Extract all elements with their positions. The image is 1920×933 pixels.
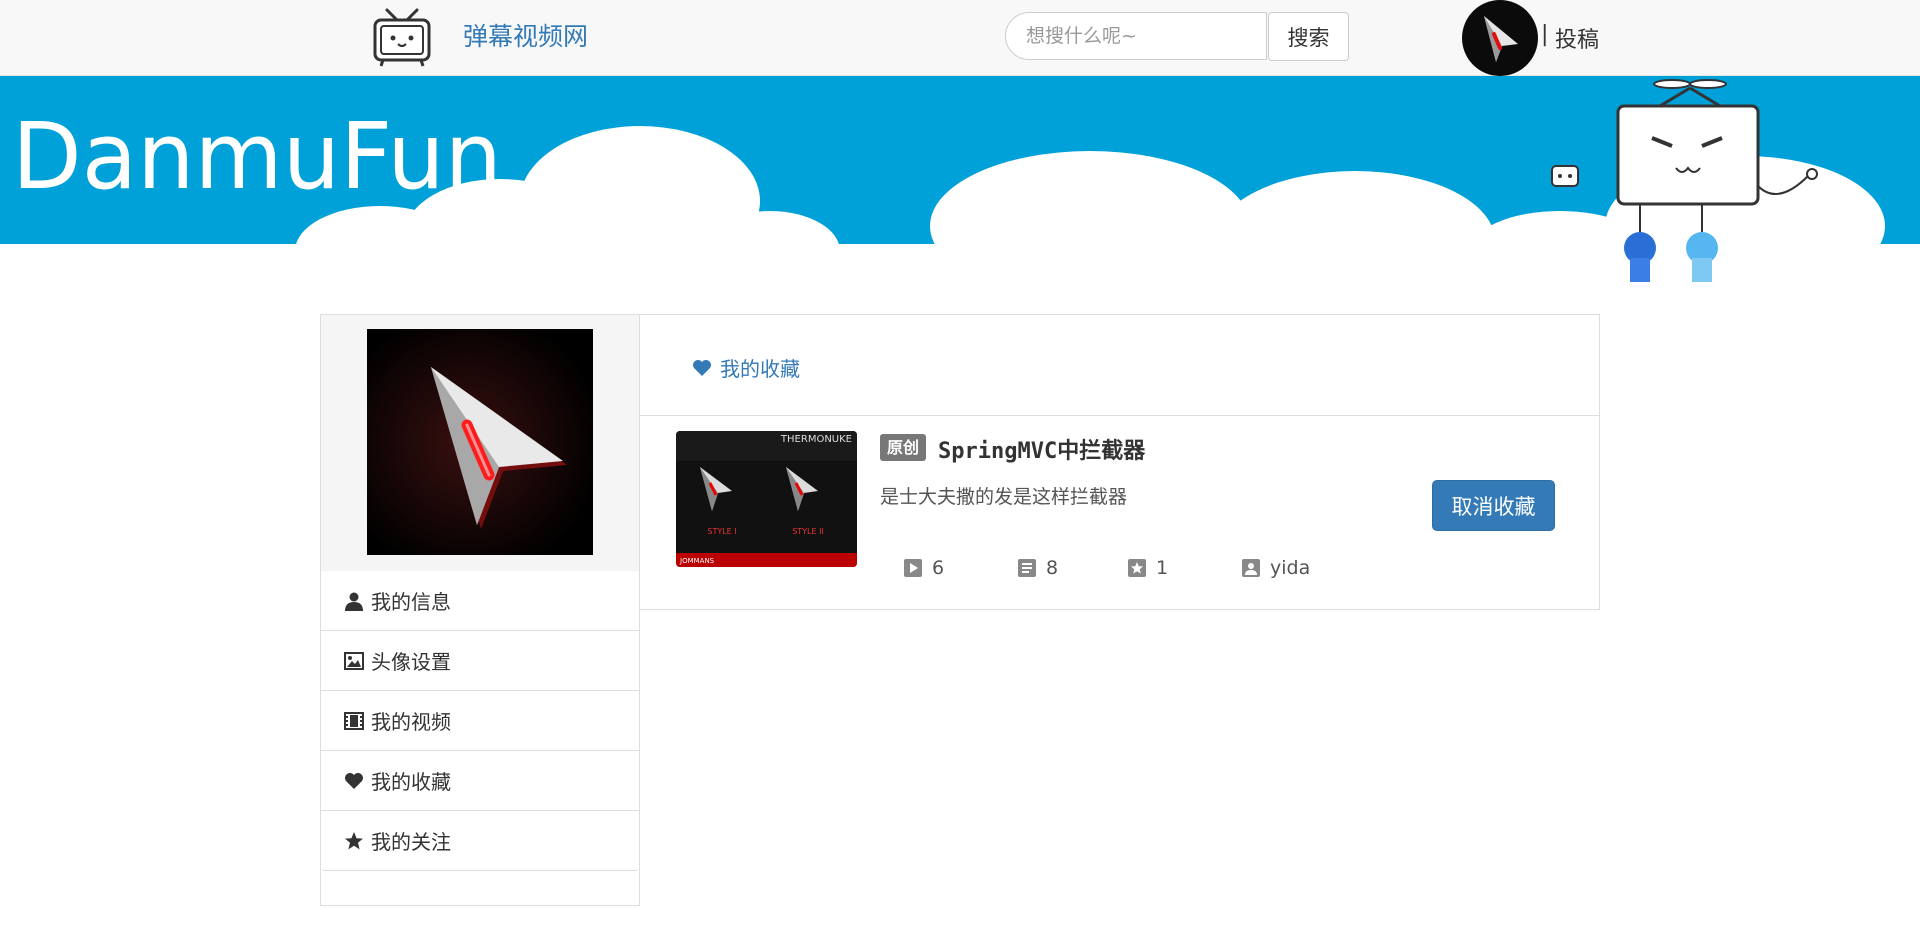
sidebar-item-my-info[interactable]: 我的信息 [321,571,639,631]
nav-separator: | [1541,22,1549,47]
tv-logo-icon[interactable] [371,8,433,68]
sidebar-item-avatar-settings[interactable]: 头像设置 [321,631,639,691]
picture-icon [343,650,365,672]
favorites-panel: 我的收藏 THERMONUKE STYLE I STYLE II JOMMANS… [640,314,1600,610]
film-icon [343,710,365,732]
video-title-link[interactable]: SpringMVC中拦截器 [938,433,1145,465]
user-avatar[interactable] [1462,0,1538,76]
site-brand-link[interactable]: 弹幕视频网 [463,22,588,52]
favorite-count: 1 [1128,557,1242,579]
submit-video-link[interactable]: 投稿 [1555,22,1599,54]
panel-header: 我的收藏 [640,315,1599,416]
sidebar-item-label: 我的视频 [371,710,451,734]
heart-icon [692,359,712,377]
sidebar-item-label: 我的收藏 [371,770,451,794]
comment-icon [1018,559,1036,577]
user-icon [1242,559,1260,577]
tab-my-favorites[interactable]: 我的收藏 [692,353,800,382]
profile-avatar-image [367,329,593,555]
avatar-box [321,315,639,572]
play-count: 6 [904,557,1018,579]
sidebar-item-my-follows[interactable]: 我的关注 [321,811,639,871]
banner-logo-text: DanmuFun [12,103,502,210]
tab-label: 我的收藏 [720,357,800,381]
sidebar-item-label: 我的信息 [371,590,451,614]
sidebar-item-my-favorites[interactable]: 我的收藏 [321,751,639,811]
sidebar-menu: 我的信息 头像设置 我的视频 我的收藏 我的关注 [321,571,639,871]
heart-icon [343,770,365,792]
original-badge: 原创 [880,434,927,461]
thumbnail-style-2: STYLE II [792,527,824,536]
cancel-favorite-button[interactable]: 取消收藏 [1432,480,1555,531]
site-banner: DanmuFun [0,76,1920,291]
star-icon [343,830,365,852]
user-icon [343,590,365,612]
video-stats: 6 8 1 yida [904,557,1310,579]
sidebar-item-label: 头像设置 [371,650,451,674]
profile-sidebar: 我的信息 头像设置 我的视频 我的收藏 我的关注 [320,314,640,906]
play-icon [904,559,922,577]
star-icon [1128,559,1146,577]
sidebar-item-my-videos[interactable]: 我的视频 [321,691,639,751]
favorite-video-item: THERMONUKE STYLE I STYLE II JOMMANS 原创 S… [640,416,1599,610]
search-input[interactable] [1005,12,1267,60]
video-thumbnail[interactable]: THERMONUKE STYLE I STYLE II JOMMANS [676,431,857,567]
top-navbar: 弹幕视频网 搜索 | 投稿 [0,0,1920,76]
sidebar-item-label: 我的关注 [371,830,451,854]
thumbnail-footer-text: JOMMANS [679,557,715,565]
thumbnail-brand-text: THERMONUKE [780,434,852,445]
search-button[interactable]: 搜索 [1268,12,1349,61]
video-author[interactable]: yida [1242,557,1310,579]
comment-count: 8 [1018,557,1128,579]
thumbnail-style-1: STYLE I [707,527,736,536]
video-description: 是士大夫撒的发是这样拦截器 [880,486,1128,508]
